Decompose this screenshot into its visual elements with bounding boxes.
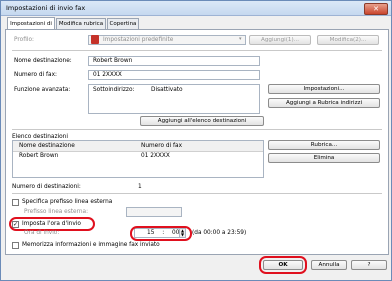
cancel-button[interactable]: Annulla xyxy=(311,260,347,270)
highlight-send-time xyxy=(9,217,95,231)
prefix-input[interactable] xyxy=(126,207,182,217)
fax-number-input[interactable]: 01 2XXXX xyxy=(88,70,260,80)
destination-count-value: 1 xyxy=(138,184,142,190)
list-item-fax: 01 2XXXX xyxy=(141,153,170,159)
tab-panel: Profilo: Impostazioni predefinite ▾ Aggi… xyxy=(5,29,389,255)
close-button[interactable]: ✕ xyxy=(364,3,388,15)
profile-select[interactable]: Impostazioni predefinite xyxy=(88,35,246,45)
prefix-checkbox-label: Specifica prefisso linea esterna xyxy=(22,199,113,205)
fax-number-label: Numero di fax: xyxy=(14,72,57,78)
help-button[interactable]: ? xyxy=(351,260,387,270)
destination-name-input[interactable]: Robert Brown xyxy=(88,56,260,66)
store-fax-checkbox[interactable] xyxy=(12,242,19,249)
edit-profile-button[interactable]: Modifica(2)... xyxy=(317,35,379,45)
col-header-name: Nome destinazione xyxy=(19,143,75,149)
destination-list[interactable]: Nome destinazione Numero di fax Robert B… xyxy=(12,140,264,178)
col-header-fax: Numero di fax xyxy=(141,143,183,149)
title-bar: Impostazioni di invio fax ✕ xyxy=(1,1,391,16)
subaddress-label: Sottoindirizzo: xyxy=(93,87,135,93)
prefix-checkbox[interactable] xyxy=(12,199,19,206)
dialog-window: Impostazioni di invio fax ✕ Impostazioni… xyxy=(0,0,392,281)
chevron-down-icon: ▾ xyxy=(239,36,242,42)
profile-label: Profilo: xyxy=(14,37,34,43)
list-item-name: Robert Brown xyxy=(19,153,59,159)
profile-icon xyxy=(91,35,99,44)
tab-label: Modifica rubrica xyxy=(58,21,104,27)
add-to-addressbook-button[interactable]: Aggiungi a Rubrica indirizzi xyxy=(268,98,380,108)
tab-edit-addressbook[interactable]: Modifica rubrica xyxy=(56,18,106,29)
destination-count-label: Numero di destinazioni: xyxy=(12,184,81,190)
add-profile-button[interactable]: Aggiungi(1)... xyxy=(249,35,311,45)
destination-name-label: Nome destinazione: xyxy=(14,58,72,64)
divider xyxy=(12,50,382,51)
settings-button[interactable]: Impostazioni... xyxy=(268,84,380,94)
add-to-destination-list-button[interactable]: Aggiungi all'elenco destinazioni xyxy=(140,116,264,126)
highlight-ok xyxy=(259,256,307,274)
advanced-function-label: Funzione avanzata: xyxy=(14,87,71,93)
highlight-send-time-input xyxy=(130,226,192,241)
profile-value: Impostazioni predefinite xyxy=(103,37,174,43)
delete-button[interactable]: Elimina xyxy=(268,153,380,163)
list-item[interactable]: Robert Brown 01 2XXXX xyxy=(13,151,263,161)
advanced-function-box: Sottoindirizzo: Disattivato xyxy=(88,84,260,114)
subaddress-value: Disattivato xyxy=(151,87,183,93)
close-icon: ✕ xyxy=(373,5,379,13)
divider xyxy=(12,129,382,130)
addressbook-button[interactable]: Rubrica... xyxy=(268,140,380,150)
send-time-field-label: Ora di invio: xyxy=(24,230,60,236)
divider xyxy=(12,193,382,194)
tab-label: Copertina xyxy=(109,21,137,27)
time-range-text: (da 00:00 a 23:59) xyxy=(192,230,247,236)
window-title: Impostazioni di invio fax xyxy=(6,4,86,12)
store-fax-checkbox-label: Memorizza informazioni e immagine fax in… xyxy=(22,242,160,248)
tab-cover-page[interactable]: Copertina xyxy=(107,18,139,29)
prefix-field-label: Prefisso linea esterna: xyxy=(24,209,89,215)
